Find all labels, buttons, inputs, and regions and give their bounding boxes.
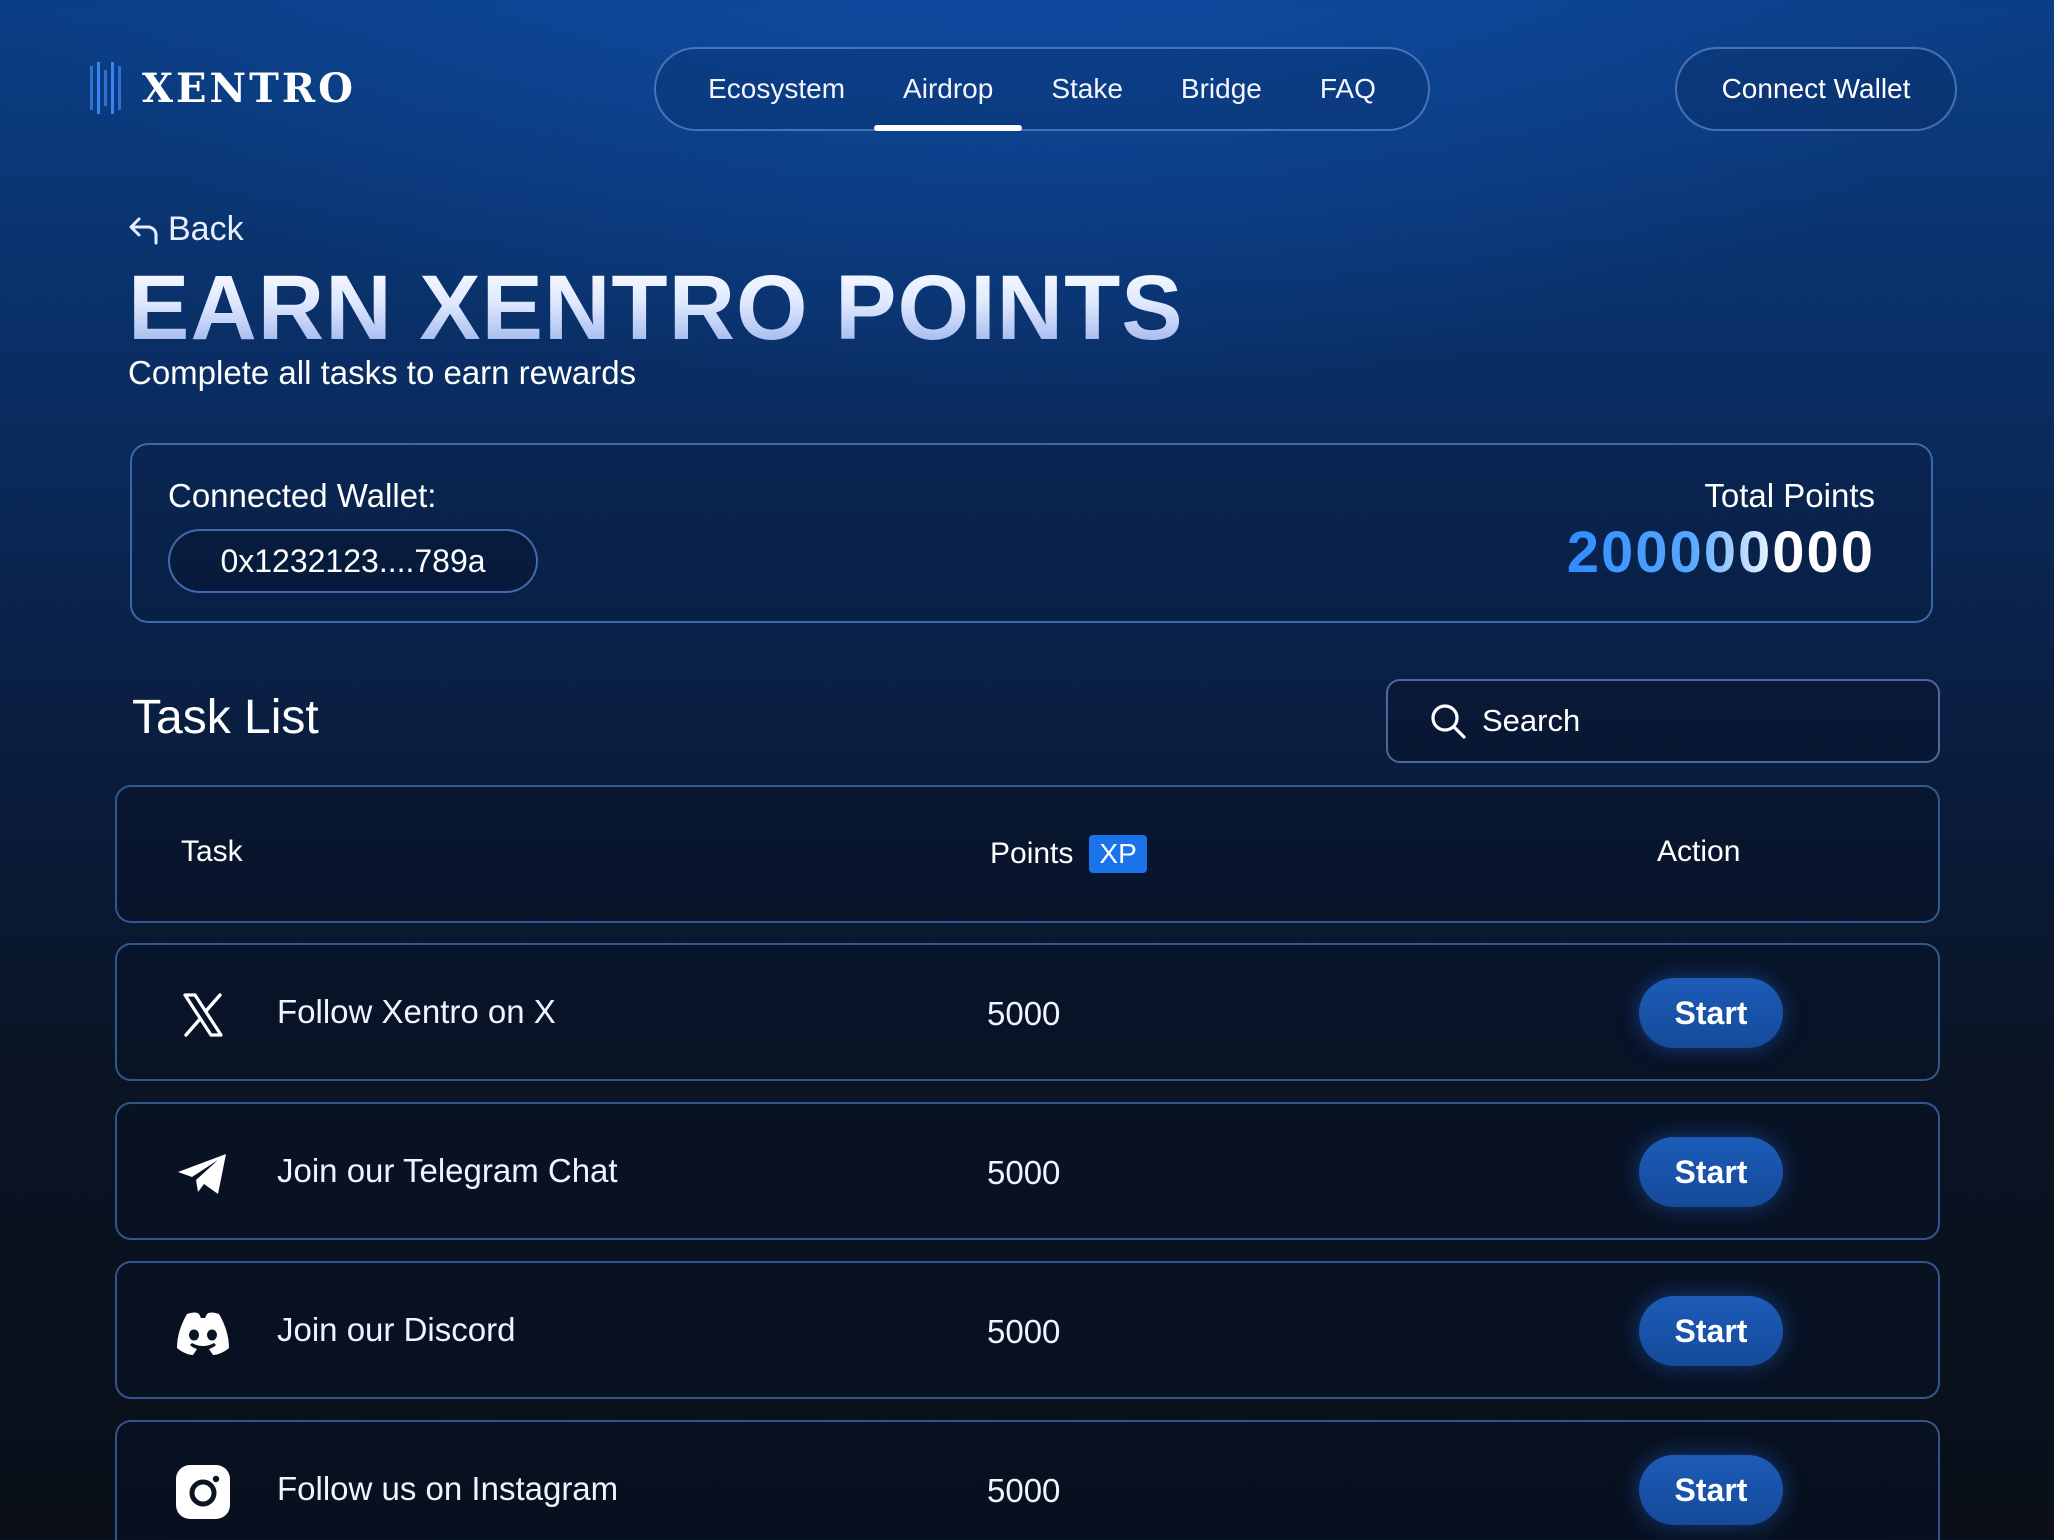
task-table-header: Task Points XP Action: [115, 785, 1940, 923]
instagram-icon: [173, 1462, 233, 1522]
table-row: Join our Discord 5000 Start: [115, 1261, 1940, 1399]
main-nav: Ecosystem Airdrop Stake Bridge FAQ: [654, 47, 1430, 131]
column-header-task: Task: [181, 835, 243, 868]
nav-item-faq[interactable]: FAQ: [1291, 47, 1405, 131]
task-points: 5000: [987, 995, 1061, 1032]
total-points-value: 200000000: [1566, 520, 1875, 585]
brand-name: XENTRO: [142, 64, 356, 112]
table-row: Follow us on Instagram 5000 Start: [115, 1420, 1940, 1540]
task-label: Join our Telegram Chat: [277, 1152, 618, 1189]
back-arrow-icon: [129, 217, 158, 244]
wallet-card: Connected Wallet: 0x1232123....789a Tota…: [130, 443, 1933, 623]
nav-item-ecosystem[interactable]: Ecosystem: [679, 47, 874, 131]
start-button[interactable]: Start: [1639, 1137, 1783, 1207]
nav-item-stake[interactable]: Stake: [1022, 47, 1152, 131]
logo-mark-icon: [90, 62, 121, 114]
task-label: Follow Xentro on X: [277, 993, 556, 1030]
column-header-action: Action: [1657, 835, 1741, 868]
nav-item-airdrop[interactable]: Airdrop: [874, 47, 1023, 131]
telegram-icon: [173, 1144, 233, 1204]
back-label: Back: [168, 210, 244, 248]
table-row: Follow Xentro on X 5000 Start: [115, 943, 1940, 1081]
nav-item-bridge[interactable]: Bridge: [1152, 47, 1291, 131]
table-row: Join our Telegram Chat 5000 Start: [115, 1102, 1940, 1240]
start-button[interactable]: Start: [1639, 1296, 1783, 1366]
task-points: 5000: [987, 1472, 1061, 1509]
back-link[interactable]: Back: [128, 210, 244, 249]
task-list-title: Task List: [132, 691, 319, 744]
search-icon: [1431, 704, 1466, 739]
page-subtitle: Complete all tasks to earn rewards: [128, 354, 637, 391]
task-label: Follow us on Instagram: [277, 1470, 619, 1507]
start-button[interactable]: Start: [1639, 978, 1783, 1048]
x-icon: [173, 985, 233, 1045]
wallet-label: Connected Wallet:: [168, 477, 437, 514]
total-points-label: Total Points: [1704, 477, 1875, 514]
start-button[interactable]: Start: [1639, 1455, 1783, 1525]
column-header-points: Points XP: [990, 835, 1147, 873]
search-box[interactable]: [1386, 679, 1940, 763]
xp-badge: XP: [1089, 835, 1147, 873]
wallet-address[interactable]: 0x1232123....789a: [168, 529, 538, 593]
connect-wallet-button[interactable]: Connect Wallet: [1675, 47, 1957, 131]
search-input[interactable]: [1482, 703, 1922, 739]
column-header-points-label: Points: [990, 837, 1074, 870]
task-label: Join our Discord: [277, 1311, 516, 1348]
task-points: 5000: [987, 1313, 1061, 1350]
discord-icon: [173, 1303, 233, 1363]
task-points: 5000: [987, 1154, 1061, 1191]
page-title: EARN XENTRO POINTS: [128, 257, 1184, 359]
brand-logo[interactable]: XENTRO: [88, 60, 356, 116]
